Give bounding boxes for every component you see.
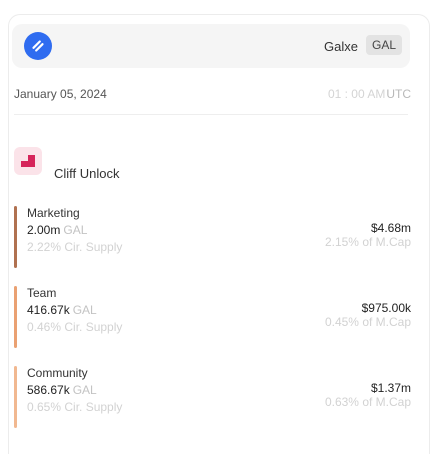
- allocation-color-bar: [14, 206, 17, 268]
- allocation-mcap-pct: 0.45% of M.Cap: [324, 315, 411, 329]
- allocation-usd-value: $975.00k: [361, 301, 411, 315]
- token-header: Galxe GAL: [12, 24, 410, 68]
- allocation-supply-pct: 2.22% Cir. Supply: [27, 240, 123, 254]
- galxe-logo-icon: [24, 32, 52, 60]
- allocation-amount: 2.00m GAL: [27, 223, 87, 237]
- divider: [14, 114, 408, 115]
- allocation-usd-value: $4.68m: [370, 221, 411, 235]
- unlock-date: January 05, 2024: [14, 87, 107, 101]
- cliff-unlock-icon: [14, 147, 42, 175]
- allocation-supply-pct: 0.46% Cir. Supply: [27, 320, 123, 334]
- allocation-row: Team 416.67k GAL 0.46% Cir. Supply $975.00k 0…: [14, 286, 411, 348]
- token-symbol-badge: GAL: [365, 35, 402, 55]
- allocation-supply-pct: 0.65% Cir. Supply: [27, 400, 123, 414]
- unlock-time-value: 01 : 00 AM: [327, 87, 386, 101]
- allocation-mcap-pct: 0.63% of M.Cap: [324, 395, 411, 409]
- unlock-time: 01 : 00 AMUTC: [328, 87, 411, 101]
- allocation-amount-value: 2.00m: [27, 223, 61, 237]
- allocation-amount-value: 416.67k: [27, 303, 70, 317]
- allocation-name: Team: [27, 286, 57, 300]
- allocation-color-bar: [14, 286, 17, 348]
- allocation-amount: 416.67k GAL: [27, 303, 97, 317]
- allocation-usd-value: $1.37m: [370, 381, 411, 395]
- allocation-amount: 586.67k GAL: [27, 383, 97, 397]
- allocation-row: Marketing 2.00m GAL 2.22% Cir. Supply $4.68m…: [14, 206, 411, 268]
- allocation-name: Marketing: [27, 206, 80, 220]
- allocation-name: Community: [27, 366, 88, 380]
- allocation-symbol: GAL: [72, 383, 97, 397]
- allocation-symbol: GAL: [72, 303, 97, 317]
- allocation-symbol: GAL: [63, 223, 88, 237]
- allocation-row: Community 586.67k GAL 0.65% Cir. Supply $1.3…: [14, 366, 411, 428]
- token-name: Galxe: [324, 39, 358, 54]
- allocation-amount-value: 586.67k: [27, 383, 70, 397]
- unlock-type-label: Cliff Unlock: [54, 166, 120, 181]
- allocation-color-bar: [14, 366, 17, 428]
- timezone-label: UTC: [386, 87, 411, 101]
- allocation-mcap-pct: 2.15% of M.Cap: [324, 235, 411, 249]
